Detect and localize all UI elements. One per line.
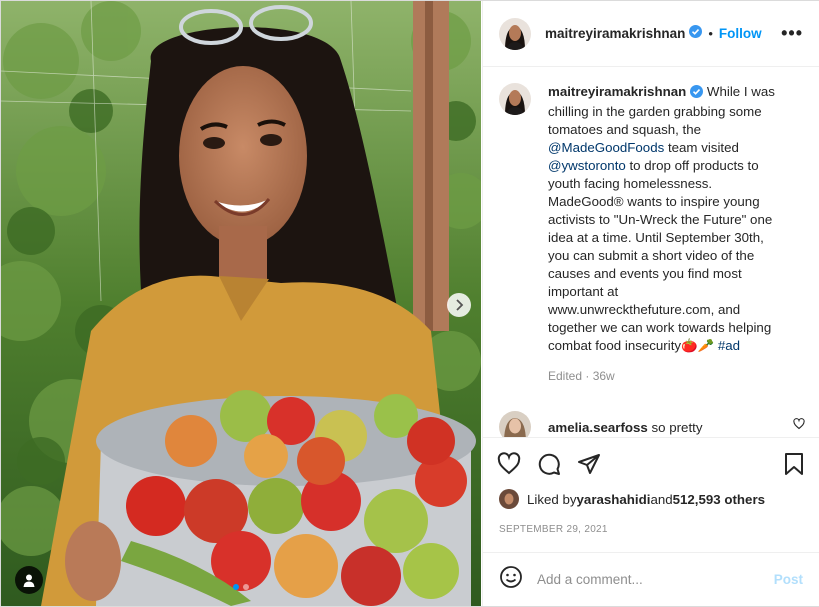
post-date[interactable]: SEPTEMBER 29, 2021: [499, 524, 608, 535]
heart-icon: [793, 418, 805, 430]
verified-badge-icon: [690, 85, 704, 103]
post-comment-button[interactable]: Post: [774, 572, 803, 587]
carousel-dot: [233, 584, 239, 590]
heart-icon: [497, 451, 521, 474]
post-author-username[interactable]: maitreyiramakrishnan: [545, 26, 685, 41]
more-options-button[interactable]: •••: [781, 23, 803, 44]
avatar[interactable]: [499, 489, 519, 509]
user-icon: [23, 574, 35, 587]
comment-row: amelia.searfoss so pretty: [483, 385, 819, 437]
avatar[interactable]: [499, 411, 531, 437]
tagged-users-button[interactable]: [15, 566, 43, 594]
caption-row: maitreyiramakrishnan While I was chillin…: [483, 67, 819, 385]
post-actions: [483, 437, 819, 489]
hashtag-link[interactable]: #ad: [718, 338, 740, 353]
post-age[interactable]: 36w: [593, 369, 615, 383]
comment-username[interactable]: amelia.searfoss: [548, 420, 648, 435]
add-comment-bar: Add a comment... Post: [483, 552, 819, 606]
follow-button[interactable]: Follow: [719, 26, 762, 41]
photo-image: [1, 1, 481, 606]
smiley-icon: [500, 566, 522, 588]
comment-body: so pretty: [651, 419, 703, 435]
caption-meta: Edited · 36w: [548, 367, 788, 385]
caption-body: to drop off products to youth facing hom…: [548, 158, 773, 353]
paper-plane-icon: [578, 453, 600, 474]
post-details-panel: maitreyiramakrishnan • Follow ••• maitre…: [482, 1, 819, 606]
caption-username[interactable]: maitreyiramakrishnan: [548, 84, 686, 99]
meta-separator: ·: [582, 369, 593, 383]
comment-bubble-icon: [538, 453, 560, 475]
likes-summary: Liked by yarashahidi and 512,593 others: [499, 489, 803, 509]
avatar[interactable]: [499, 83, 531, 115]
likes-count[interactable]: 512,593 others: [673, 492, 765, 507]
likes-middle: and: [650, 491, 673, 507]
carousel-dot: [243, 584, 249, 590]
comment-button[interactable]: [537, 452, 561, 476]
save-button[interactable]: [783, 452, 805, 476]
emoji-button[interactable]: [499, 565, 523, 594]
next-photo-button[interactable]: [447, 293, 471, 317]
avatar[interactable]: [499, 17, 531, 50]
comments-section[interactable]: maitreyiramakrishnan While I was chillin…: [483, 67, 819, 437]
bookmark-icon: [785, 452, 803, 475]
caption-text: maitreyiramakrishnan While I was chillin…: [548, 83, 788, 385]
post-photo[interactable]: [1, 1, 481, 606]
share-button[interactable]: [577, 452, 601, 476]
separator-dot: •: [708, 26, 713, 41]
likes-prefix: Liked by: [527, 491, 577, 507]
comment-input[interactable]: Add a comment...: [537, 572, 774, 587]
edited-label: Edited: [548, 369, 583, 383]
like-comment-button[interactable]: [793, 417, 805, 435]
carousel-indicator: [233, 584, 249, 590]
comment-text: amelia.searfoss so pretty: [548, 420, 703, 435]
post-dialog: maitreyiramakrishnan • Follow ••• maitre…: [0, 0, 819, 607]
caption-body: team visited: [664, 140, 739, 155]
post-header: maitreyiramakrishnan • Follow •••: [483, 1, 819, 67]
chevron-right-icon: [456, 299, 464, 311]
liker-username[interactable]: yarashahidi: [577, 492, 651, 507]
verified-badge-icon: [689, 24, 703, 43]
like-button[interactable]: [497, 451, 521, 476]
mention-link[interactable]: @ywstoronto: [548, 158, 626, 173]
mention-link[interactable]: @MadeGoodFoods: [548, 140, 664, 155]
